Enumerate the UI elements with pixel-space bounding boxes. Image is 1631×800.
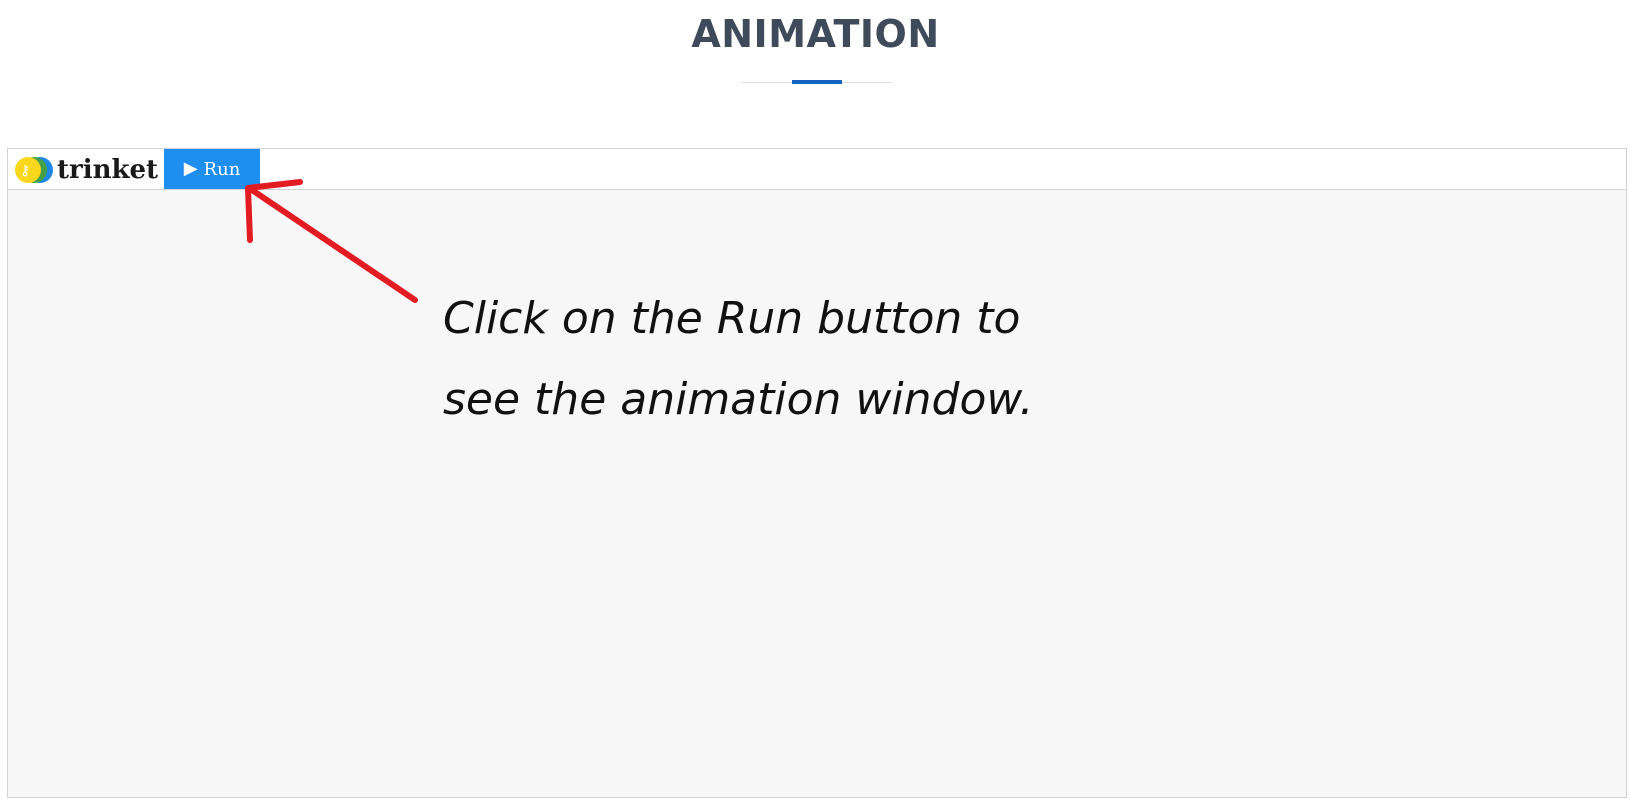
- instruction-line-2: see the animation window.: [443, 374, 1034, 425]
- annotation-arrow-icon: [245, 179, 418, 303]
- instruction-line-1: Click on the Run button to: [443, 293, 1021, 344]
- trinket-key-logo-icon: ⚷: [15, 157, 53, 183]
- title-divider-accent: [792, 80, 842, 84]
- instruction-text: Click on the Run button to see the anima…: [443, 278, 1143, 440]
- trinket-logo[interactable]: ⚷ trinket: [15, 157, 158, 183]
- run-button-label: Run: [203, 158, 241, 180]
- play-icon: ▶: [183, 158, 198, 179]
- page-title: ANIMATION: [691, 12, 940, 56]
- trinket-logo-text: trinket: [57, 155, 159, 185]
